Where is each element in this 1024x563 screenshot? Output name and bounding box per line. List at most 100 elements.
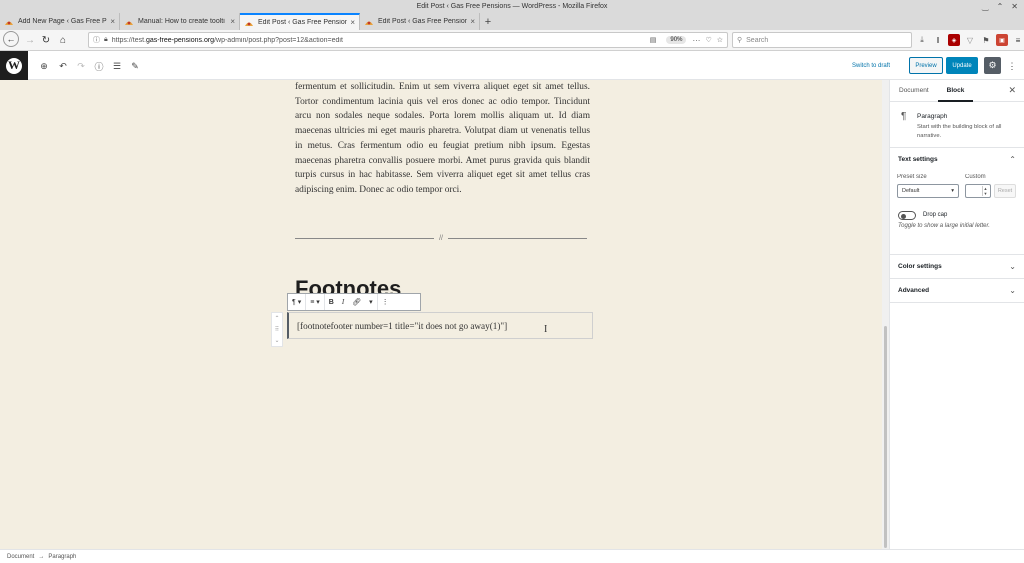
favicon-icon bbox=[364, 18, 374, 26]
ublock-icon[interactable]: ◈ bbox=[948, 34, 960, 46]
undo-icon[interactable]: ↶ bbox=[56, 59, 70, 73]
color-settings-toggle[interactable]: Color settings ⌄ bbox=[890, 255, 1024, 278]
window-titlebar: Edit Post ‹ Gas Free Pensions — WordPres… bbox=[0, 0, 1024, 13]
tab-label: Add New Page ‹ Gas Free Pen bbox=[18, 18, 108, 25]
tab-block[interactable]: Block bbox=[937, 80, 974, 102]
switch-to-draft-button[interactable]: Switch to draft bbox=[852, 59, 890, 73]
breadcrumb-document[interactable]: Document bbox=[7, 554, 34, 560]
close-tab-icon[interactable]: × bbox=[230, 17, 235, 26]
paragraph-icon: ¶ bbox=[901, 111, 907, 122]
number-spinner-icon[interactable]: ▲ ▼ bbox=[982, 186, 988, 196]
sidebar-tabs: Document Block ✕ bbox=[890, 80, 1024, 102]
panel-title: Advanced bbox=[898, 287, 930, 294]
hamburger-menu-icon[interactable]: ≡ bbox=[1012, 34, 1024, 46]
breadcrumb-paragraph[interactable]: Paragraph bbox=[48, 554, 76, 560]
move-up-icon[interactable]: ⌃ bbox=[274, 315, 279, 322]
breadcrumb: Document → Paragraph bbox=[0, 549, 1024, 563]
info-icon[interactable]: ⓘ bbox=[93, 35, 100, 45]
search-input[interactable]: Search bbox=[746, 37, 768, 44]
link-icon[interactable]: 🔗︎ bbox=[348, 294, 365, 310]
block-card: ¶ Paragraph Start with the building bloc… bbox=[890, 102, 1024, 148]
text-settings-toggle[interactable]: Text settings ⌃ bbox=[890, 148, 1024, 171]
url-bar[interactable]: ⓘ 🔒︎ https://test.gas-free-pensions.org/… bbox=[88, 32, 728, 48]
preset-size-label: Preset size bbox=[897, 174, 927, 180]
shortcode-text[interactable]: [footnotefooter number=1 title="it does … bbox=[297, 321, 507, 331]
new-tab-button[interactable]: + bbox=[480, 13, 496, 30]
paragraph-type-icon[interactable]: ¶ ▾ bbox=[288, 294, 307, 310]
tab-label: Edit Post ‹ Gas Free Pensions bbox=[378, 18, 468, 25]
settings-sidebar: Document Block ✕ ¶ Paragraph Start with … bbox=[889, 80, 1024, 549]
advanced-toggle[interactable]: Advanced ⌄ bbox=[890, 279, 1024, 302]
text-settings-panel: Text settings ⌃ Preset size Custom Defau… bbox=[890, 148, 1024, 255]
block-toolbar: ¶ ▾ ≡ ▾ B I 🔗︎ ▾ ⋮ bbox=[287, 293, 421, 311]
more-options-icon[interactable]: ⋮ bbox=[1006, 59, 1018, 73]
separator-line bbox=[447, 237, 588, 239]
bookmark-star-icon[interactable]: ☆ bbox=[717, 36, 723, 44]
download-icon[interactable]: ⤓ bbox=[916, 34, 928, 46]
close-tab-icon[interactable]: × bbox=[350, 18, 355, 27]
search-icon: ⚲ bbox=[737, 37, 743, 44]
close-sidebar-icon[interactable]: ✕ bbox=[1008, 85, 1016, 96]
tab-manual[interactable]: Manual: How to create toolti × bbox=[120, 13, 240, 30]
italic-icon[interactable]: I bbox=[338, 294, 348, 310]
reset-button[interactable]: Reset bbox=[994, 184, 1016, 198]
edit-pencil-icon[interactable]: ✎ bbox=[128, 59, 142, 73]
favicon-icon bbox=[124, 18, 134, 26]
separator-line bbox=[295, 237, 435, 239]
tab-edit-post-active[interactable]: Edit Post ‹ Gas Free Pensions × bbox=[240, 13, 360, 30]
info-icon[interactable]: ⓘ bbox=[92, 59, 106, 73]
move-down-icon[interactable]: ⌄ bbox=[274, 337, 279, 344]
back-arrow-icon[interactable]: ← bbox=[3, 31, 19, 47]
block-more-options-icon[interactable]: ⋮ bbox=[378, 294, 393, 310]
redo-icon[interactable]: ↷ bbox=[74, 59, 88, 73]
preview-button[interactable]: Preview bbox=[909, 57, 943, 74]
url-prefix: https://test. bbox=[111, 36, 146, 44]
block-description: Start with the building block of all nar… bbox=[917, 124, 1002, 139]
url-path: /wp-admin/post.php?post=12&action=edit bbox=[214, 36, 343, 44]
block-navigation-icon[interactable]: ☰ bbox=[110, 59, 124, 73]
extension-icon[interactable]: ▽ bbox=[964, 34, 976, 46]
home-icon[interactable]: ⌂ bbox=[54, 31, 72, 49]
maximize-icon[interactable]: ⌃ bbox=[997, 0, 1004, 13]
bold-icon[interactable]: B bbox=[325, 294, 338, 310]
drop-cap-help: Toggle to show a large initial letter. bbox=[898, 223, 990, 229]
close-tab-icon[interactable]: × bbox=[470, 17, 475, 26]
update-button[interactable]: Update bbox=[946, 57, 978, 74]
color-settings-panel: Color settings ⌄ bbox=[890, 255, 1024, 279]
chevron-down-icon: ▾ bbox=[951, 188, 954, 194]
tab-document[interactable]: Document bbox=[890, 80, 938, 102]
minimize-icon[interactable]: ‿ bbox=[982, 0, 988, 13]
text-cursor-icon: I bbox=[544, 324, 548, 335]
chevron-up-icon: ⌃ bbox=[1009, 155, 1016, 164]
custom-size-input[interactable]: ▲ ▼ bbox=[965, 184, 991, 198]
drop-cap-toggle[interactable] bbox=[898, 211, 916, 220]
close-tab-icon[interactable]: × bbox=[110, 17, 115, 26]
heading-block[interactable]: Footnotes bbox=[295, 274, 401, 294]
wordpress-logo-icon[interactable]: W bbox=[0, 51, 28, 80]
paragraph-block[interactable]: fermentum et sollicitudin. Enim ut sem v… bbox=[295, 80, 590, 198]
align-icon[interactable]: ≡ ▾ bbox=[306, 294, 325, 310]
settings-gear-icon[interactable]: ⚙ bbox=[984, 57, 1001, 74]
library-icon[interactable]: ‖ bbox=[932, 34, 944, 46]
add-block-icon[interactable]: ⊕ bbox=[37, 59, 51, 73]
extension-icon[interactable]: ▣ bbox=[996, 34, 1008, 46]
tab-edit-post[interactable]: Edit Post ‹ Gas Free Pensions × bbox=[360, 13, 480, 30]
page-actions-icon[interactable]: ··· bbox=[692, 36, 700, 45]
reader-view-icon[interactable]: ▤ bbox=[650, 36, 657, 44]
tab-strip: Add New Page ‹ Gas Free Pen × Manual: Ho… bbox=[0, 13, 1024, 30]
tab-add-new-page[interactable]: Add New Page ‹ Gas Free Pen × bbox=[0, 13, 120, 30]
extension-icon[interactable]: ⚑ bbox=[980, 34, 992, 46]
tab-label: Edit Post ‹ Gas Free Pensions bbox=[258, 19, 348, 26]
editor-scrollbar-thumb[interactable] bbox=[884, 326, 887, 548]
reload-icon[interactable]: ↻ bbox=[37, 31, 55, 49]
separator-block[interactable]: // bbox=[295, 235, 588, 242]
preset-size-select[interactable]: Default ▾ bbox=[897, 184, 959, 198]
search-bar[interactable]: ⚲ Search bbox=[732, 32, 912, 48]
zoom-indicator[interactable]: 90% bbox=[666, 36, 687, 44]
pocket-icon[interactable]: ♡ bbox=[705, 36, 711, 44]
breadcrumb-arrow-icon: → bbox=[38, 553, 45, 560]
drag-handle-icon[interactable]: ⠿ bbox=[275, 326, 279, 333]
close-window-icon[interactable]: ✕ bbox=[1011, 0, 1018, 13]
more-rich-text-icon[interactable]: ▾ bbox=[365, 294, 378, 310]
block-name: Paragraph bbox=[917, 113, 948, 120]
